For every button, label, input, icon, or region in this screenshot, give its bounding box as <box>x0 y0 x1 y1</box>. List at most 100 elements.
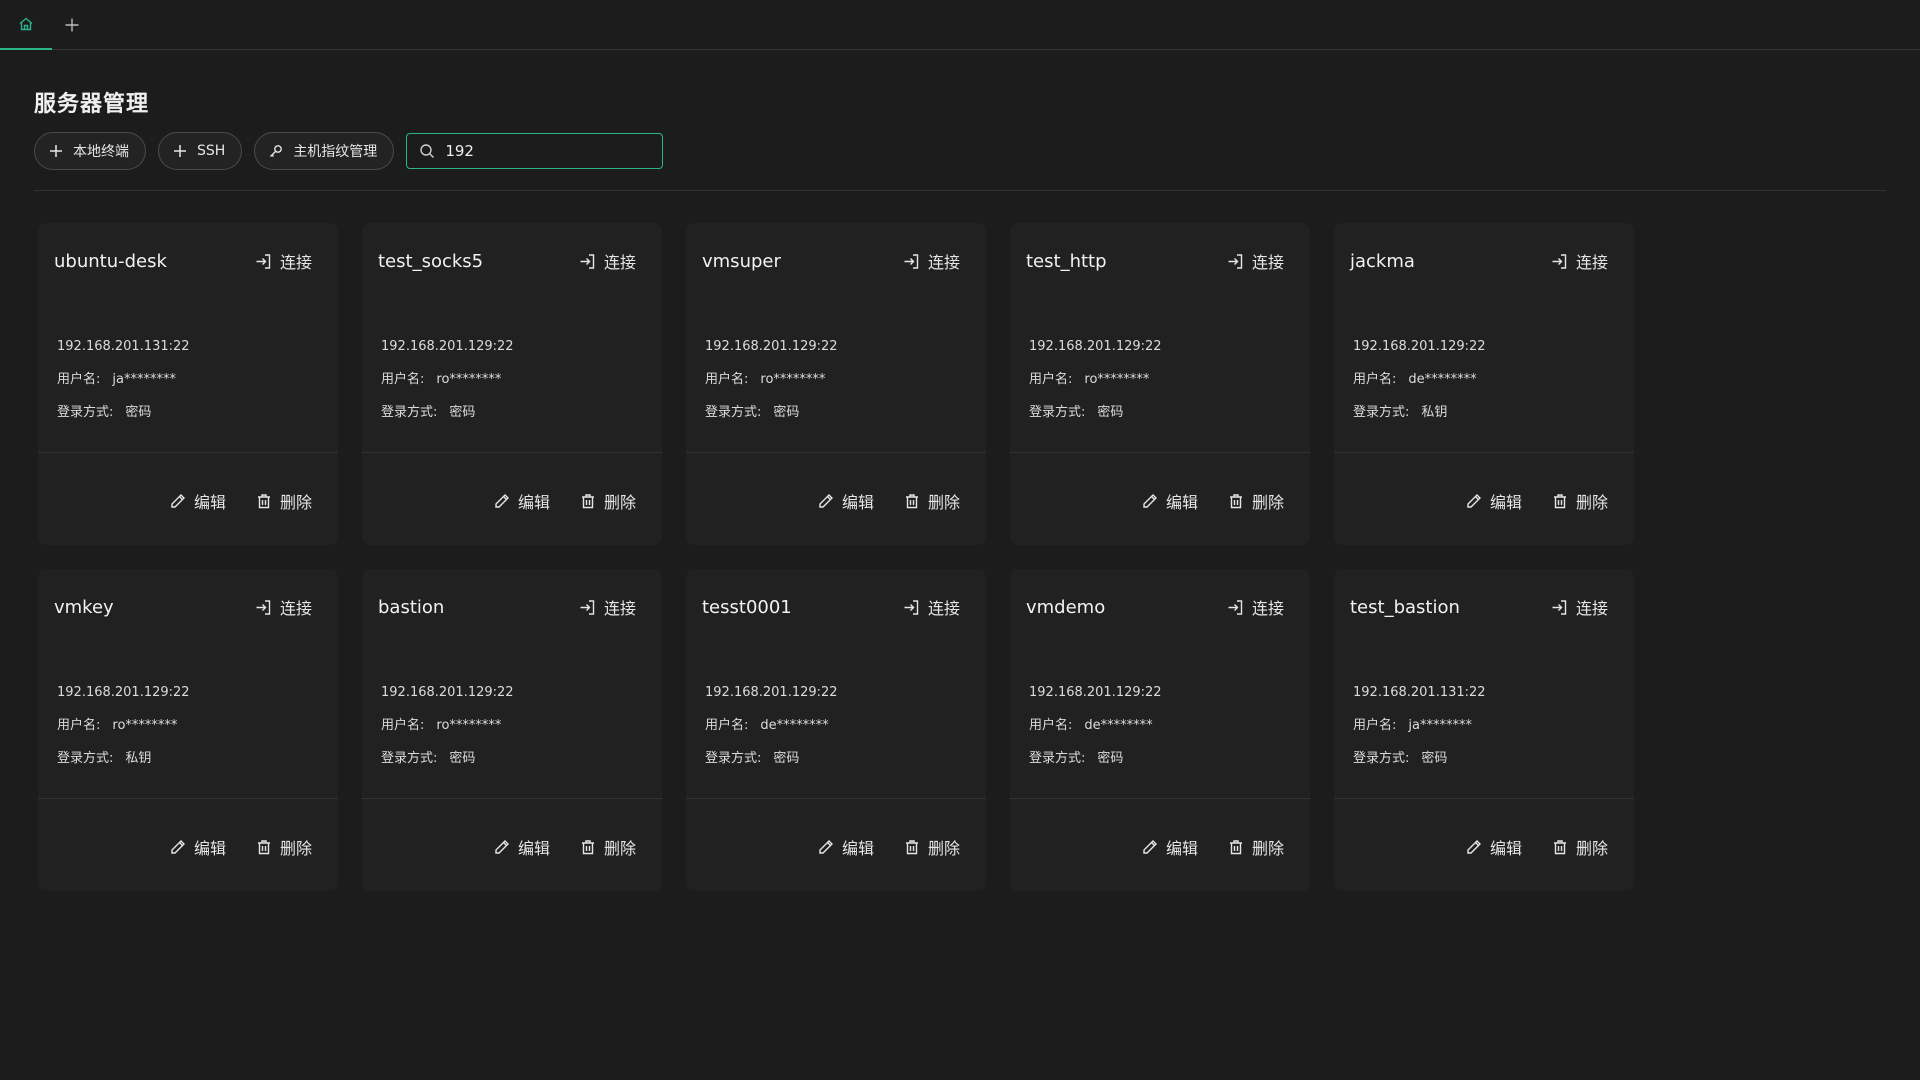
login-method-label: 登录方式: <box>1029 751 1086 766</box>
delete-button[interactable]: 删除 <box>1552 489 1608 513</box>
delete-button[interactable]: 删除 <box>904 835 960 859</box>
edit-button[interactable]: 编辑 <box>1142 835 1198 859</box>
card-divider <box>1010 452 1310 453</box>
card-divider <box>38 798 338 799</box>
server-name: vmdemo <box>1026 596 1106 618</box>
connect-button[interactable]: 连接 <box>579 595 636 619</box>
connect-button[interactable]: 连接 <box>579 249 636 273</box>
delete-label: 删除 <box>603 839 636 858</box>
edit-button[interactable]: 编辑 <box>1466 835 1522 859</box>
username-label: 用户名: <box>705 372 749 387</box>
server-name: ubuntu-desk <box>54 250 167 272</box>
connect-label: 连接 <box>279 253 312 272</box>
login-method-label: 登录方式: <box>1029 405 1086 420</box>
delete-label: 删除 <box>1575 493 1608 512</box>
host-fingerprint-label: 主机指纹管理 <box>293 144 378 160</box>
edit-button[interactable]: 编辑 <box>494 835 550 859</box>
server-address: 192.168.201.129:22 <box>1353 339 1486 354</box>
login-method-value: 密码 <box>1097 751 1124 766</box>
host-fingerprint-button[interactable]: 主机指纹管理 <box>254 132 395 170</box>
delete-label: 删除 <box>1251 839 1284 858</box>
search-icon <box>419 143 435 159</box>
login-method-value: 私钥 <box>125 751 152 766</box>
login-icon <box>255 599 272 616</box>
connect-label: 连接 <box>1251 599 1284 618</box>
connect-button[interactable]: 连接 <box>903 249 960 273</box>
login-method-label: 登录方式: <box>381 405 438 420</box>
username-label: 用户名: <box>381 718 425 733</box>
server-address: 192.168.201.129:22 <box>57 685 190 700</box>
username-value: ro******** <box>436 372 502 387</box>
edit-label: 编辑 <box>1489 493 1522 512</box>
edit-button[interactable]: 编辑 <box>1466 489 1522 513</box>
delete-button[interactable]: 删除 <box>256 835 312 859</box>
trash-icon <box>580 839 596 855</box>
pencil-icon <box>170 493 186 509</box>
edit-label: 编辑 <box>841 839 874 858</box>
card-divider <box>362 798 662 799</box>
delete-label: 删除 <box>279 839 312 858</box>
server-name: test_socks5 <box>378 250 484 272</box>
delete-button[interactable]: 删除 <box>1228 835 1284 859</box>
edit-button[interactable]: 编辑 <box>818 835 874 859</box>
connect-button[interactable]: 连接 <box>255 595 312 619</box>
delete-button[interactable]: 删除 <box>904 489 960 513</box>
server-address: 192.168.201.129:22 <box>381 685 514 700</box>
new-tab-button[interactable] <box>56 0 88 50</box>
server-card: test_bastion 连接 192.168.201.131:22 用户名: j… <box>1334 569 1634 891</box>
login-icon <box>255 253 272 270</box>
connect-button[interactable]: 连接 <box>1227 595 1284 619</box>
delete-button[interactable]: 删除 <box>1228 489 1284 513</box>
server-name: tesst0001 <box>702 596 792 618</box>
ssh-label: SSH <box>197 143 226 159</box>
edit-button[interactable]: 编辑 <box>170 835 226 859</box>
connect-button[interactable]: 连接 <box>1551 249 1608 273</box>
server-name: vmsuper <box>702 250 781 272</box>
connect-button[interactable]: 连接 <box>1551 595 1608 619</box>
login-method-value: 密码 <box>1097 405 1124 420</box>
delete-button[interactable]: 删除 <box>1552 835 1608 859</box>
login-method-value: 密码 <box>773 405 800 420</box>
server-name: test_http <box>1026 250 1107 272</box>
edit-button[interactable]: 编辑 <box>818 489 874 513</box>
login-method-value: 密码 <box>449 751 476 766</box>
edit-label: 编辑 <box>841 493 874 512</box>
home-icon <box>18 16 34 32</box>
login-method-label: 登录方式: <box>705 405 762 420</box>
login-method-label: 登录方式: <box>57 405 114 420</box>
edit-label: 编辑 <box>193 839 226 858</box>
username-value: ro******** <box>1084 372 1150 387</box>
pencil-icon <box>1142 493 1158 509</box>
username-label: 用户名: <box>1353 372 1397 387</box>
server-address: 192.168.201.131:22 <box>1353 685 1486 700</box>
page-title: 服务器管理 <box>34 92 150 117</box>
username-value: ro******** <box>436 718 502 733</box>
username-label: 用户名: <box>57 372 101 387</box>
server-name: vmkey <box>54 596 114 618</box>
delete-button[interactable]: 删除 <box>580 489 636 513</box>
card-divider <box>1010 798 1310 799</box>
edit-label: 编辑 <box>1489 839 1522 858</box>
search-input[interactable] <box>445 142 646 160</box>
connect-label: 连接 <box>1251 253 1284 272</box>
server-card: vmsuper 连接 192.168.201.129:22 用户名: ro****… <box>686 223 986 545</box>
trash-icon <box>904 493 920 509</box>
connect-button[interactable]: 连接 <box>1227 249 1284 273</box>
search-box[interactable] <box>406 133 664 169</box>
connect-button[interactable]: 连接 <box>903 595 960 619</box>
login-icon <box>1227 599 1244 616</box>
edit-button[interactable]: 编辑 <box>1142 489 1198 513</box>
delete-button[interactable]: 删除 <box>580 835 636 859</box>
add-ssh-button[interactable]: SSH <box>158 132 243 170</box>
delete-button[interactable]: 删除 <box>256 489 312 513</box>
edit-button[interactable]: 编辑 <box>170 489 226 513</box>
connect-button[interactable]: 连接 <box>255 249 312 273</box>
username-label: 用户名: <box>57 718 101 733</box>
edit-button[interactable]: 编辑 <box>494 489 550 513</box>
card-divider <box>686 798 986 799</box>
add-local-terminal-button[interactable]: 本地终端 <box>34 132 146 170</box>
tab-home[interactable] <box>0 0 52 50</box>
pencil-icon <box>818 839 834 855</box>
server-card: test_socks5 连接 192.168.201.129:22 用户名: ro… <box>362 223 662 545</box>
edit-label: 编辑 <box>1165 493 1198 512</box>
